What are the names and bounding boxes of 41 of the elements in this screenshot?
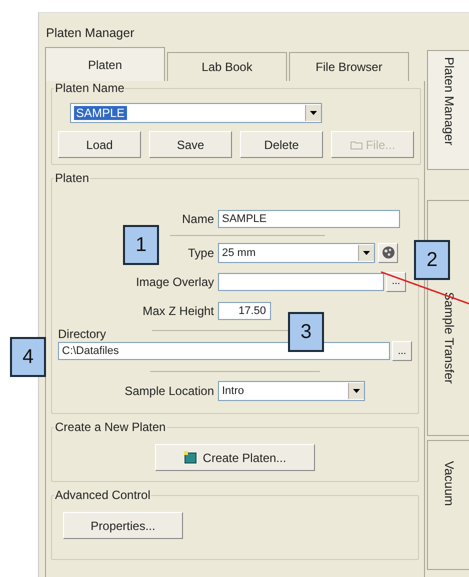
- directory-field[interactable]: C:\Datafiles: [58, 342, 390, 360]
- platen-name-dropdown[interactable]: SAMPLE: [70, 103, 322, 123]
- platen-icon: [184, 451, 197, 464]
- group-label: Advanced Control: [54, 488, 152, 502]
- sample-location-dropdown[interactable]: Intro: [218, 380, 365, 400]
- type-dropdown[interactable]: 25 mm: [218, 242, 375, 262]
- action-button[interactable]: Delete: [240, 131, 323, 158]
- browse-button[interactable]: ...: [392, 341, 412, 361]
- folder-icon: [350, 140, 363, 150]
- tab[interactable]: File Browser: [289, 52, 409, 81]
- field-label: Name: [182, 212, 214, 226]
- tab[interactable]: Platen: [45, 47, 165, 81]
- properties-button[interactable]: Properties...: [63, 512, 183, 539]
- side-tab[interactable]: Vacuum: [427, 440, 469, 570]
- selected-text: SAMPLE: [74, 106, 127, 120]
- max-z-height-field[interactable]: 17.50: [218, 302, 271, 320]
- callout-number: 3: [288, 312, 324, 352]
- field-label: Type: [188, 246, 214, 260]
- platen-image-button[interactable]: [378, 242, 398, 262]
- field-label: Directory: [58, 327, 106, 341]
- browse-button[interactable]: ...: [386, 272, 406, 292]
- field-label: Max Z Height: [142, 304, 214, 318]
- field-label: Sample Location: [124, 384, 214, 398]
- selected-text: Intro: [221, 384, 246, 396]
- group-label: Platen Name: [54, 81, 126, 95]
- image-overlay-field[interactable]: [218, 272, 384, 290]
- callout-number: 4: [10, 337, 46, 377]
- callout-number: 1: [123, 225, 159, 265]
- create-platen-button[interactable]: Create Platen...: [155, 444, 315, 471]
- disc-icon: [382, 246, 394, 259]
- callout-number: 2: [414, 240, 450, 280]
- tab[interactable]: Lab Book: [167, 52, 287, 81]
- group-label: Create a New Platen: [54, 420, 167, 434]
- action-button[interactable]: Save: [149, 131, 232, 158]
- name-field[interactable]: SAMPLE: [218, 210, 400, 228]
- group-label: Platen: [54, 171, 90, 185]
- field-label: Image Overlay: [136, 274, 214, 288]
- selected-text: 25 mm: [221, 246, 257, 258]
- window-title: Platen Manager: [45, 25, 136, 42]
- side-tab[interactable]: Platen Manager: [427, 50, 469, 170]
- action-button[interactable]: Load: [58, 131, 141, 158]
